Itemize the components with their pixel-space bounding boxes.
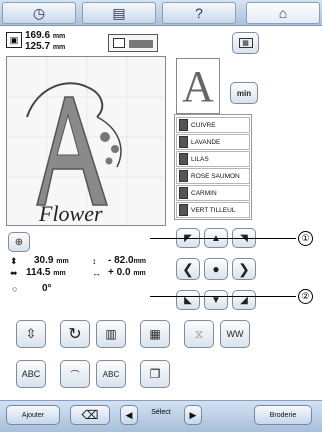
arrow-down[interactable]: ▼ xyxy=(204,290,228,310)
callout-line-2 xyxy=(150,296,296,297)
tab-help[interactable]: ? xyxy=(162,2,236,24)
horizontal-offset-icon: ↔ xyxy=(92,268,101,278)
thread-row[interactable]: ROSE SAUMON xyxy=(176,168,250,184)
text-layout-icon: ABC xyxy=(102,369,120,379)
text-layout-button[interactable]: ABC xyxy=(96,360,126,388)
frame-icon: ▦ xyxy=(238,38,253,48)
arc-text-button[interactable]: ⌒ xyxy=(60,360,90,388)
ajouter-button[interactable]: Ajouter xyxy=(6,405,60,425)
rotation-icon: ○ xyxy=(12,284,18,294)
center-button[interactable]: ● xyxy=(204,258,228,280)
triangle-left-icon: ◀ xyxy=(125,409,133,420)
pos-dy: - 82.0mm xyxy=(108,255,147,266)
select-next-button[interactable]: ▶ xyxy=(184,405,202,425)
needle-position-button[interactable]: ⊕ xyxy=(8,232,30,252)
design-preview xyxy=(7,57,165,225)
size-width: 169.6 mm xyxy=(25,30,66,41)
swatch xyxy=(179,136,188,148)
letter-spacing-icon: ABC xyxy=(21,369,41,379)
copy-icon: ❐ xyxy=(149,367,161,381)
width-icon: ⬌ xyxy=(10,268,18,278)
swatch xyxy=(179,153,188,165)
arrow-right[interactable]: ❯ xyxy=(232,258,256,280)
select-label: Sélect xyxy=(151,409,171,416)
design-canvas[interactable]: Flower xyxy=(6,56,166,226)
border-icon: ▦ xyxy=(149,327,161,341)
tab-clock[interactable]: ◷ xyxy=(2,2,76,24)
callout-2: ② xyxy=(298,289,313,304)
triangle-right-icon: ▶ xyxy=(189,409,197,420)
thread-row[interactable]: LAVANDE xyxy=(176,134,250,150)
frame-display-button[interactable]: ▦ xyxy=(232,32,259,54)
eraser-button[interactable]: ⌫ xyxy=(70,405,110,425)
spacing-button[interactable]: ABC xyxy=(16,360,46,388)
pos-width: 114.5 mm xyxy=(26,267,66,278)
eraser-icon: ⌫ xyxy=(81,408,99,422)
rotate-button[interactable]: ↻ xyxy=(60,320,90,348)
density-icon: ▥ xyxy=(105,327,117,341)
arrow-down-right[interactable]: ◢ xyxy=(232,290,256,310)
mirror-button[interactable]: ⧖ xyxy=(184,320,214,348)
select-prev-button[interactable]: ◀ xyxy=(120,405,138,425)
arc-text-icon: ⌒ xyxy=(70,369,80,380)
size-height: 125.7 mm xyxy=(25,41,66,52)
resize-button[interactable]: ⇳ xyxy=(16,320,46,348)
pos-dx: + 0.0 mm xyxy=(108,267,146,278)
tab-home[interactable]: ⌂ xyxy=(246,2,320,24)
size-icon: ▣ xyxy=(6,32,22,48)
thread-row[interactable]: CARMIN xyxy=(176,185,250,201)
hoop-icon xyxy=(108,34,158,52)
rotation-value: 0° xyxy=(42,283,52,294)
document-icon: ▤ xyxy=(112,4,126,21)
thread-row[interactable]: LILAS xyxy=(176,151,250,167)
swatch xyxy=(179,170,188,182)
pos-height: 30.9 mm xyxy=(34,255,69,266)
thread-row[interactable]: CUIVRE xyxy=(176,117,250,133)
callout-line-1 xyxy=(150,238,296,239)
vertical-offset-icon: ↕ xyxy=(92,256,97,266)
swatch xyxy=(179,119,188,131)
density-button[interactable]: ▥ xyxy=(96,320,126,348)
callout-1: ① xyxy=(298,231,313,246)
arrow-left[interactable]: ❮ xyxy=(176,258,200,280)
home-icon: ⌂ xyxy=(278,5,288,21)
resize-icon: ⇳ xyxy=(25,326,37,341)
rotate-icon: ↻ xyxy=(68,326,82,343)
border-button[interactable]: ▦ xyxy=(140,320,170,348)
arrow-down-left[interactable]: ◣ xyxy=(176,290,200,310)
tab-document[interactable]: ▤ xyxy=(82,2,156,24)
min-button[interactable]: min xyxy=(230,82,258,104)
thread-row[interactable]: VERT TILLEUL xyxy=(176,202,250,218)
preview-letter: A xyxy=(176,58,220,114)
height-icon: ⬍ xyxy=(10,256,18,266)
pattern-text: Flower xyxy=(39,201,103,226)
zigzag-icon: WW xyxy=(226,329,244,339)
copy-button[interactable]: ❐ xyxy=(140,360,170,388)
needle-icon: ⊕ xyxy=(14,236,24,248)
mirror-icon: ⧖ xyxy=(194,326,204,341)
stitch-button[interactable]: WW xyxy=(220,320,250,348)
clock-icon: ◷ xyxy=(32,4,46,21)
swatch xyxy=(179,204,188,216)
swatch xyxy=(179,187,188,199)
broderie-button[interactable]: Broderie xyxy=(254,405,312,425)
help-icon: ? xyxy=(195,5,203,21)
